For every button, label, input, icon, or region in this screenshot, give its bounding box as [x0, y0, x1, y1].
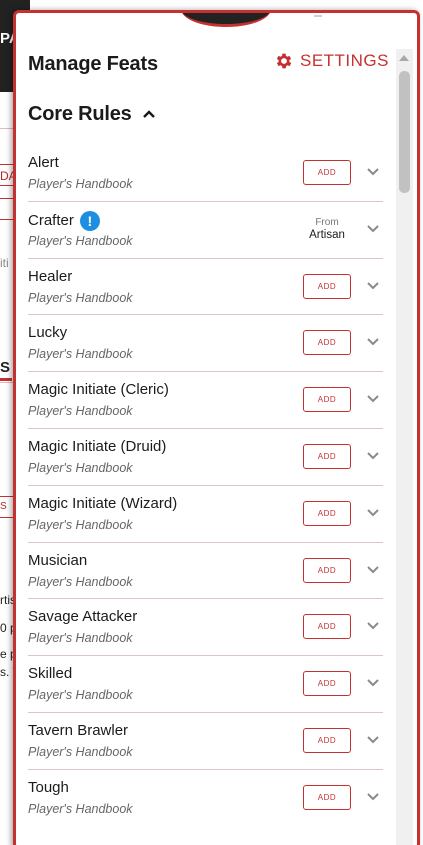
add-feat-button[interactable]: ADD — [303, 500, 351, 526]
feat-source: Player's Handbook — [28, 404, 133, 419]
chevron-down-icon[interactable] — [366, 508, 380, 518]
feat-name: Lucky — [28, 324, 68, 342]
chevron-down-icon[interactable] — [366, 678, 380, 688]
feat-name: Musician — [28, 551, 88, 569]
add-feat-button[interactable]: ADD — [303, 784, 351, 810]
feat-name-wrap: Musician — [28, 552, 87, 569]
feat-source: Player's Handbook — [28, 801, 133, 816]
feat-name: Magic Initiate (Cleric) — [28, 381, 169, 399]
add-feat-button[interactable]: ADD — [303, 160, 351, 185]
sidebar-handle[interactable] — [181, 13, 271, 27]
feat-row[interactable]: Magic Initiate (Cleric) Player's Handbook… — [28, 372, 383, 429]
add-feat-button[interactable]: ADD — [303, 671, 351, 697]
section-title: Core Rules — [28, 102, 132, 125]
background-text: S — [0, 501, 7, 512]
feat-row[interactable]: Magic Initiate (Wizard) Player's Handbook… — [28, 486, 383, 543]
feat-row[interactable]: Magic Initiate (Druid) Player's Handbook A… — [28, 429, 383, 486]
feat-row[interactable]: Alert Player's Handbook ADD — [28, 145, 383, 202]
scrollbar-thumb[interactable] — [399, 71, 410, 193]
sidebar-close-marker[interactable] — [314, 15, 322, 17]
chevron-down-icon[interactable] — [366, 565, 380, 575]
feat-origin-label: From — [315, 216, 339, 228]
feat-name-wrap: Crafter! — [28, 210, 100, 231]
chevron-down-icon[interactable] — [366, 394, 380, 404]
feat-source: Player's Handbook — [28, 347, 133, 362]
feat-name: Crafter — [28, 212, 74, 230]
settings-button[interactable]: SETTINGS — [274, 51, 389, 71]
manage-feats-sidebar: Manage Feats SETTINGS Core Rules Alert Pl… — [13, 10, 420, 845]
feat-source: Player's Handbook — [28, 460, 133, 475]
feat-row[interactable]: Savage Attacker Player's Handbook ADD — [28, 599, 383, 657]
feat-source: Player's Handbook — [28, 233, 133, 248]
feat-name: Magic Initiate (Druid) — [28, 437, 167, 455]
feat-name-wrap: Tough — [28, 779, 69, 796]
feat-source: Player's Handbook — [28, 574, 133, 589]
feat-name: Savage Attacker — [28, 608, 138, 626]
add-feat-button[interactable]: ADD — [303, 443, 351, 469]
feat-row[interactable]: Tough Player's Handbook ADD — [28, 770, 383, 827]
feat-name-wrap: Lucky — [28, 324, 67, 341]
warning-icon[interactable]: ! — [79, 210, 100, 231]
chevron-down-icon[interactable] — [366, 792, 380, 802]
feat-name: Healer — [28, 267, 73, 285]
feat-row[interactable]: Crafter! Player's Handbook From Artisan — [28, 202, 383, 259]
scrollbar[interactable] — [396, 49, 413, 845]
feat-name-wrap: Healer — [28, 268, 72, 285]
chevron-up-icon — [142, 110, 155, 118]
feat-origin-value: Artisan — [309, 228, 345, 241]
feat-name: Alert — [28, 154, 59, 171]
feat-source: Player's Handbook — [28, 631, 133, 646]
feat-row[interactable]: Tavern Brawler Player's Handbook ADD — [28, 713, 383, 770]
scroll-up-arrow-icon[interactable] — [399, 55, 409, 61]
background-text: iti — [0, 256, 9, 270]
core-rules-section-toggle[interactable]: Core Rules — [28, 99, 401, 129]
feat-source: Player's Handbook — [28, 744, 133, 759]
feat-name: Tough — [28, 778, 69, 796]
feat-row[interactable]: Musician Player's Handbook ADD — [28, 543, 383, 600]
sidebar-header: Manage Feats SETTINGS — [28, 49, 401, 83]
feat-source: Player's Handbook — [28, 177, 133, 191]
chevron-down-icon[interactable] — [366, 621, 380, 631]
feat-name-wrap: Magic Initiate (Wizard) — [28, 495, 177, 512]
feat-name-wrap: Savage Attacker — [28, 608, 137, 625]
chevron-down-icon[interactable] — [366, 337, 380, 347]
chevron-down-icon[interactable] — [366, 224, 380, 234]
add-feat-button[interactable]: ADD — [303, 273, 351, 299]
background-tab-underline — [0, 378, 12, 381]
feat-name: Skilled — [28, 665, 73, 683]
feat-name: Tavern Brawler — [28, 721, 129, 739]
chevron-down-icon[interactable] — [366, 735, 380, 745]
feat-name-wrap: Magic Initiate (Druid) — [28, 438, 166, 455]
page-title: Manage Feats — [28, 53, 158, 75]
feat-row[interactable]: Skilled Player's Handbook ADD — [28, 656, 383, 713]
add-feat-button[interactable]: ADD — [303, 330, 351, 356]
feat-list: Alert Player's Handbook ADD Crafter! Player'… — [28, 145, 383, 827]
feat-origin: From Artisan — [298, 216, 356, 242]
feat-name-wrap: Skilled — [28, 665, 72, 682]
settings-label: SETTINGS — [299, 51, 389, 70]
gear-icon — [276, 53, 292, 69]
feat-name: Magic Initiate (Wizard) — [28, 494, 178, 512]
feat-source: Player's Handbook — [28, 290, 133, 305]
add-feat-button[interactable]: ADD — [303, 614, 351, 640]
feat-source: Player's Handbook — [28, 688, 133, 703]
feat-name-wrap: Alert — [28, 154, 59, 171]
chevron-down-icon[interactable] — [366, 451, 380, 461]
feat-source: Player's Handbook — [28, 517, 133, 532]
feat-name-wrap: Tavern Brawler — [28, 722, 128, 739]
background-tab[interactable]: S — [0, 359, 10, 376]
feat-row[interactable]: Healer Player's Handbook ADD — [28, 259, 383, 316]
feat-name-wrap: Magic Initiate (Cleric) — [28, 381, 169, 398]
add-feat-button[interactable]: ADD — [303, 387, 351, 413]
chevron-down-icon[interactable] — [366, 281, 380, 291]
add-feat-button[interactable]: ADD — [303, 557, 351, 583]
feat-row[interactable]: Lucky Player's Handbook ADD — [28, 315, 383, 373]
add-feat-button[interactable]: ADD — [303, 727, 351, 753]
chevron-down-icon[interactable] — [366, 167, 380, 177]
